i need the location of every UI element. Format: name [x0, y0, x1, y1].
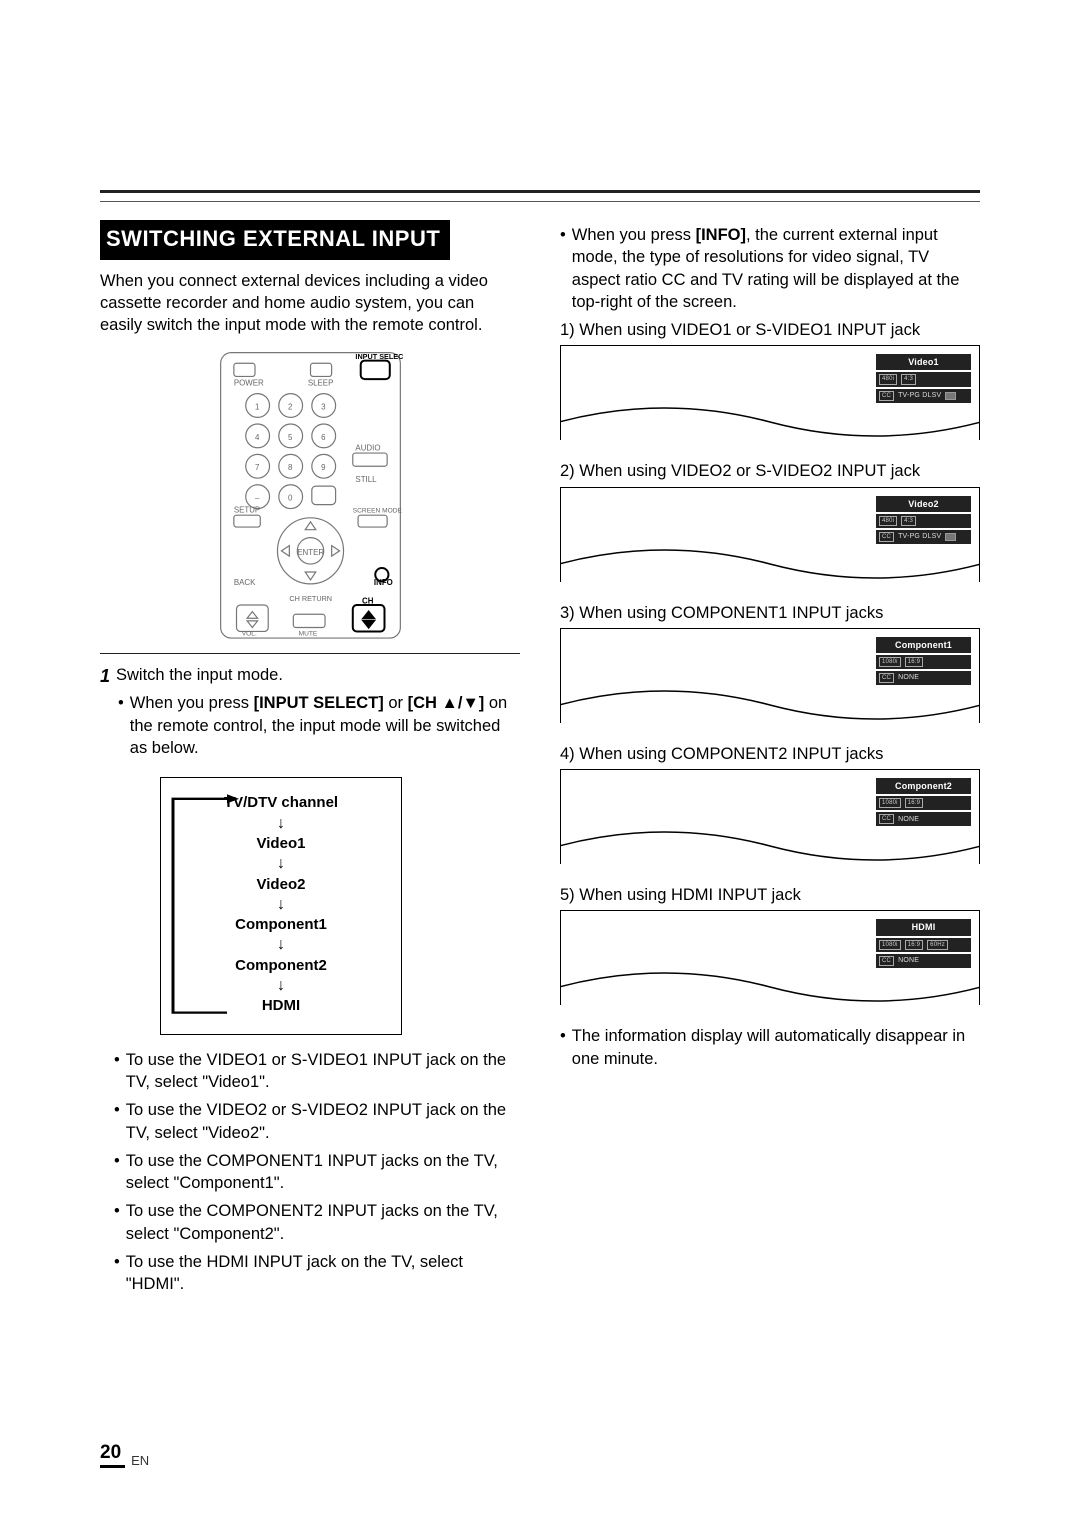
page: SWITCHING EXTERNAL INPUT When you connec… — [0, 0, 1080, 1528]
osd-title: Component1 — [876, 637, 971, 653]
screen-example: 1) When using VIDEO1 or S-VIDEO1 INPUT j… — [560, 319, 980, 440]
svg-text:7: 7 — [255, 464, 259, 473]
use-note: To use the VIDEO1 or S-VIDEO1 INPUT jack… — [126, 1049, 520, 1094]
left-column: SWITCHING EXTERNAL INPUT When you connec… — [100, 220, 520, 1295]
svg-text:3: 3 — [321, 403, 326, 412]
auto-disappear-text: The information display will automatical… — [572, 1025, 980, 1070]
flow-item: Video1 — [161, 834, 401, 854]
screen-diagram: Video1 480i4:3 CCTV-PG DLSV — [560, 345, 980, 440]
screen-caption: 4) When using COMPONENT2 INPUT jacks — [560, 743, 980, 765]
flow-item: TV/DTV channel — [161, 793, 401, 813]
rating-icon — [945, 533, 956, 541]
svg-text:CH RETURN: CH RETURN — [289, 595, 332, 604]
svg-text:SLEEP: SLEEP — [307, 379, 333, 388]
osd-info-box: Video1 480i4:3 CCTV-PG DLSV — [876, 354, 971, 404]
page-footer: 20 EN — [100, 1442, 149, 1468]
right-column: When you press [INFO], the current exter… — [560, 220, 980, 1295]
use-note: To use the COMPONENT1 INPUT jacks on the… — [126, 1150, 520, 1195]
step-text: Switch the input mode. — [116, 664, 283, 688]
svg-text:POWER: POWER — [233, 379, 263, 388]
use-notes: To use the VIDEO1 or S-VIDEO1 INPUT jack… — [100, 1049, 520, 1296]
svg-text:AUDIO: AUDIO — [355, 444, 380, 453]
osd-info-box: Video2 480i4:3 CCTV-PG DLSV — [876, 496, 971, 546]
svg-text:5: 5 — [288, 433, 293, 442]
step-1-detail-text: When you press [INPUT SELECT] or [CH ▲/▼… — [130, 692, 520, 759]
intro-text: When you connect external devices includ… — [100, 270, 520, 337]
svg-text:0: 0 — [288, 494, 293, 503]
screen-diagram: Component2 1080i16:9 CCNONE — [560, 769, 980, 864]
svg-text:MUTE: MUTE — [298, 631, 317, 638]
down-arrow-icon: ↓ — [161, 938, 401, 952]
screen-diagram: Component1 1080i16:9 CCNONE — [560, 628, 980, 723]
step-1-detail: When you press [INPUT SELECT] or [CH ▲/▼… — [118, 692, 520, 759]
info-note: When you press [INFO], the current exter… — [560, 224, 980, 313]
svg-text:ENTER: ENTER — [297, 548, 324, 557]
step-number: 1 — [100, 664, 110, 688]
screen-caption: 3) When using COMPONENT1 INPUT jacks — [560, 602, 980, 624]
section-heading: SWITCHING EXTERNAL INPUT — [100, 220, 450, 260]
osd-title: Component2 — [876, 778, 971, 794]
osd-title: Video2 — [876, 496, 971, 512]
down-arrow-icon: ↓ — [161, 817, 401, 831]
flow-item: Component1 — [161, 915, 401, 935]
svg-text:2: 2 — [288, 403, 292, 412]
bullet-dot — [114, 1049, 120, 1094]
bullet-dot — [560, 1025, 566, 1070]
flow-item: HDMI — [161, 996, 401, 1016]
remote-diagram: POWER SLEEP INPUT SELECT 1 2 3 4 5 6 7 8… — [218, 350, 403, 641]
down-arrow-icon: ↓ — [161, 898, 401, 912]
svg-text:4: 4 — [255, 433, 260, 442]
screen-example: 3) When using COMPONENT1 INPUT jacks Com… — [560, 602, 980, 723]
svg-text:–: – — [255, 494, 260, 503]
bullet-dot — [114, 1200, 120, 1245]
osd-info-box: HDMI 1080i16:960Hz CCNONE — [876, 919, 971, 969]
down-arrow-icon: ↓ — [161, 857, 401, 871]
info-note-text: When you press [INFO], the current exter… — [572, 224, 980, 313]
screen-example: 5) When using HDMI INPUT jack HDMI 1080i… — [560, 884, 980, 1005]
osd-info-box: Component2 1080i16:9 CCNONE — [876, 778, 971, 828]
screen-diagram: Video2 480i4:3 CCTV-PG DLSV — [560, 487, 980, 582]
screen-caption: 1) When using VIDEO1 or S-VIDEO1 INPUT j… — [560, 319, 980, 341]
svg-text:1: 1 — [255, 403, 260, 412]
down-arrow-icon: ↓ — [161, 979, 401, 993]
flow-item: Video2 — [161, 875, 401, 895]
svg-text:STILL: STILL — [355, 476, 377, 485]
osd-title: HDMI — [876, 919, 971, 935]
top-rule — [100, 190, 980, 202]
svg-text:SETUP: SETUP — [233, 506, 259, 515]
svg-text:6: 6 — [321, 433, 326, 442]
screen-caption: 2) When using VIDEO2 or S-VIDEO2 INPUT j… — [560, 460, 980, 482]
flow-item: Component2 — [161, 956, 401, 976]
two-column-layout: SWITCHING EXTERNAL INPUT When you connec… — [100, 220, 980, 1295]
osd-title: Video1 — [876, 354, 971, 370]
use-note: To use the VIDEO2 or S-VIDEO2 INPUT jack… — [126, 1099, 520, 1144]
screen-example: 2) When using VIDEO2 or S-VIDEO2 INPUT j… — [560, 460, 980, 581]
input-flow-diagram: TV/DTV channel ↓ Video1 ↓ Video2 ↓ Compo… — [160, 777, 402, 1034]
use-note: To use the COMPONENT2 INPUT jacks on the… — [126, 1200, 520, 1245]
svg-text:SCREEN MODE: SCREEN MODE — [352, 508, 402, 515]
bullet-dot — [114, 1251, 120, 1296]
screen-caption: 5) When using HDMI INPUT jack — [560, 884, 980, 906]
bullet-dot — [114, 1099, 120, 1144]
svg-text:INPUT SELECT: INPUT SELECT — [355, 353, 403, 362]
svg-text:BACK: BACK — [233, 579, 255, 588]
page-language: EN — [131, 1453, 149, 1468]
svg-text:CH: CH — [362, 597, 374, 606]
rating-icon — [945, 392, 956, 400]
osd-info-box: Component1 1080i16:9 CCNONE — [876, 637, 971, 687]
bullet-dot — [560, 224, 566, 313]
svg-text:VOL.: VOL. — [241, 631, 256, 638]
divider — [100, 653, 520, 654]
page-number: 20 — [100, 1442, 125, 1468]
auto-disappear-note: The information display will automatical… — [560, 1025, 980, 1070]
screen-example: 4) When using COMPONENT2 INPUT jacks Com… — [560, 743, 980, 864]
svg-text:9: 9 — [321, 464, 326, 473]
bullet-dot — [118, 692, 124, 759]
bullet-dot — [114, 1150, 120, 1195]
step-1: 1 Switch the input mode. — [100, 664, 520, 688]
screen-diagram: HDMI 1080i16:960Hz CCNONE — [560, 910, 980, 1005]
use-note: To use the HDMI INPUT jack on the TV, se… — [126, 1251, 520, 1296]
svg-text:8: 8 — [288, 464, 293, 473]
